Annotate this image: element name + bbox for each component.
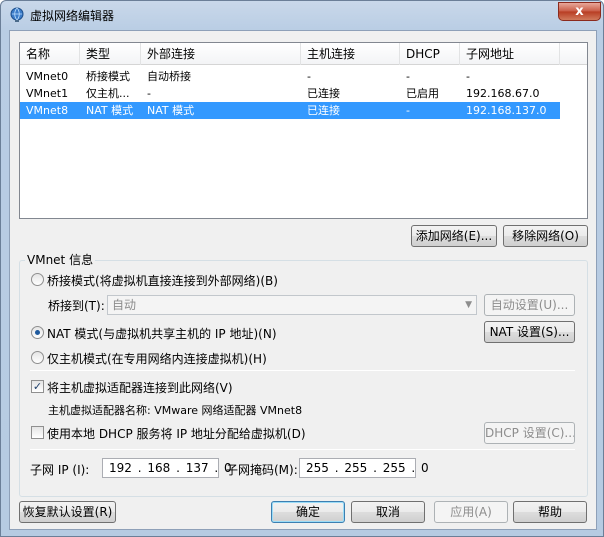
check-icon: ✓ xyxy=(32,380,43,393)
cell-name: VMnet1 xyxy=(26,87,69,100)
subnet-mask-input[interactable]: 255 . 255 . 255 . 0 xyxy=(299,458,429,478)
bridge-to-select[interactable]: 自动 ▼ xyxy=(107,295,477,315)
list-header: 名称 类型 外部连接 主机连接 DHCP 子网地址 xyxy=(20,43,587,65)
cell-external: NAT 模式 xyxy=(147,104,195,117)
cell-external: 自动桥接 xyxy=(147,70,191,83)
host-only-mode-label[interactable]: 仅主机模式(在专用网络内连接虚拟机)(H) xyxy=(47,350,267,367)
cell-host: 已连接 xyxy=(307,104,340,117)
column-header-name[interactable]: 名称 xyxy=(20,43,80,65)
cell-name: VMnet8 xyxy=(26,104,69,117)
column-header-type[interactable]: 类型 xyxy=(80,43,141,65)
cell-host: 已连接 xyxy=(307,87,340,100)
dialog-client-area: 名称 类型 外部连接 主机连接 DHCP 子网地址 VMnet0 桥接模式 自动… xyxy=(9,30,597,530)
use-dhcp-checkbox[interactable] xyxy=(31,426,44,439)
ok-button[interactable]: 确定 xyxy=(271,501,345,523)
nat-mode-radio[interactable] xyxy=(31,326,44,339)
cell-dhcp: - xyxy=(406,104,410,117)
table-row[interactable]: VMnet0 桥接模式 自动桥接 - - - xyxy=(20,68,560,85)
cell-dhcp: 已启用 xyxy=(406,87,439,100)
add-network-button[interactable]: 添加网络(E)... xyxy=(411,225,497,247)
table-row-selected[interactable]: VMnet8 NAT 模式 NAT 模式 已连接 - 192.168.137.0 xyxy=(20,102,560,119)
divider xyxy=(30,449,575,450)
bridged-mode-radio[interactable] xyxy=(31,273,44,286)
remove-network-button[interactable]: 移除网络(O) xyxy=(503,225,588,247)
cell-type: 仅主机... xyxy=(86,87,130,100)
cell-host: - xyxy=(307,70,311,83)
apply-button[interactable]: 应用(A) xyxy=(434,501,508,523)
connect-adapter-checkbox[interactable]: ✓ xyxy=(31,380,44,393)
auto-settings-button[interactable]: 自动设置(U)... xyxy=(484,294,575,316)
bridge-to-value: 自动 xyxy=(112,298,137,312)
close-icon: x xyxy=(575,4,584,19)
network-globe-icon xyxy=(10,7,24,22)
cell-subnet: 192.168.137.0 xyxy=(466,104,547,117)
nat-mode-label[interactable]: NAT 模式(与虚拟机共享主机的 IP 地址)(N) xyxy=(47,325,277,342)
column-header-dhcp[interactable]: DHCP xyxy=(400,43,460,65)
title-bar[interactable]: 虚拟网络编辑器 x xyxy=(1,1,603,29)
window-title: 虚拟网络编辑器 xyxy=(30,9,115,23)
vmnet-info-title: VMnet 信息 xyxy=(25,251,96,268)
cell-name: VMnet0 xyxy=(26,70,69,83)
cell-dhcp: - xyxy=(406,70,410,83)
cell-type: NAT 模式 xyxy=(86,104,134,117)
subnet-ip-input[interactable]: 192 . 168 . 137 . 0 xyxy=(102,458,232,478)
column-header-external[interactable]: 外部连接 xyxy=(141,43,301,65)
close-button[interactable]: x xyxy=(558,2,601,21)
subnet-ip-label: 子网 IP (I): xyxy=(30,463,90,477)
column-header-subnet[interactable]: 子网地址 xyxy=(460,43,560,65)
column-header-host[interactable]: 主机连接 xyxy=(301,43,400,65)
divider xyxy=(30,370,575,371)
cell-external: - xyxy=(147,87,151,100)
dhcp-settings-button[interactable]: DHCP 设置(C)... xyxy=(484,422,575,444)
restore-defaults-button[interactable]: 恢复默认设置(R) xyxy=(19,501,116,523)
host-only-mode-radio[interactable] xyxy=(31,351,44,364)
table-row[interactable]: VMnet1 仅主机... - 已连接 已启用 192.168.67.0 xyxy=(20,85,560,102)
bridge-to-label: 桥接到(T): xyxy=(48,299,105,313)
cancel-button[interactable]: 取消 xyxy=(351,501,425,523)
network-list[interactable]: 名称 类型 外部连接 主机连接 DHCP 子网地址 VMnet0 桥接模式 自动… xyxy=(19,42,588,219)
cell-type: 桥接模式 xyxy=(86,70,130,83)
chevron-down-icon: ▼ xyxy=(465,300,472,310)
bridged-mode-label[interactable]: 桥接模式(将虚拟机直接连接到外部网络)(B) xyxy=(47,272,278,289)
radio-selected-dot xyxy=(35,330,40,335)
cell-subnet: 192.168.67.0 xyxy=(466,87,540,100)
adapter-name-text: 主机虚拟适配器名称: VMware 网络适配器 VMnet8 xyxy=(48,404,303,417)
cell-subnet: - xyxy=(466,70,470,83)
connect-adapter-label[interactable]: 将主机虚拟适配器连接到此网络(V) xyxy=(47,379,233,396)
use-dhcp-label[interactable]: 使用本地 DHCP 服务将 IP 地址分配给虚拟机(D) xyxy=(47,425,306,442)
subnet-mask-label: 子网掩码(M): xyxy=(226,463,298,477)
virtual-network-editor-window: 虚拟网络编辑器 x 名称 类型 外部连接 主机连接 DHCP 子网地址 VMne… xyxy=(0,0,604,537)
nat-settings-button[interactable]: NAT 设置(S)... xyxy=(484,321,575,343)
help-button[interactable]: 帮助 xyxy=(513,501,587,523)
